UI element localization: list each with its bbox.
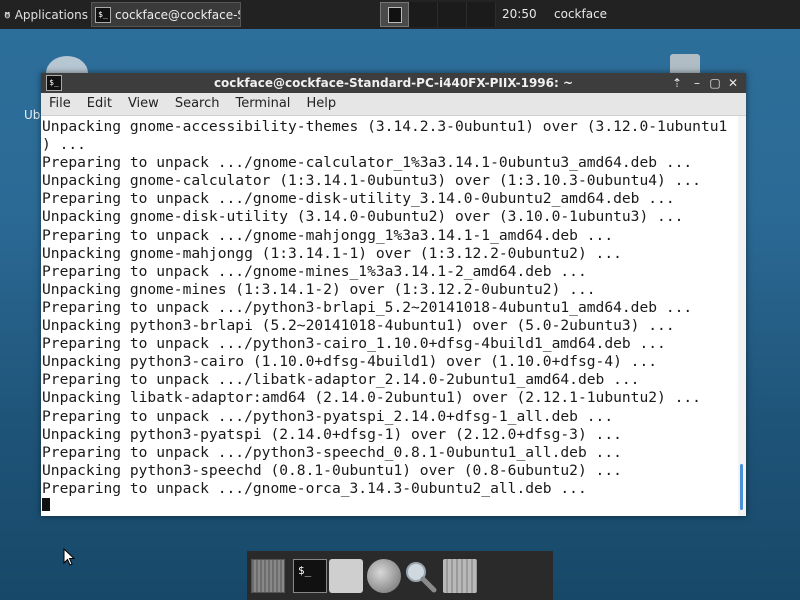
xfce-mouse-logo-icon	[4, 11, 10, 18]
terminal-line: Unpacking gnome-mines (1:3.14.1-2) over …	[42, 280, 596, 298]
roll-up-icon[interactable]: ⇡	[669, 75, 685, 91]
workspace-2[interactable]	[409, 2, 438, 27]
close-icon[interactable]: ✕	[725, 75, 741, 91]
menu-help[interactable]: Help	[298, 93, 344, 115]
window-title-bar[interactable]: $_ cockface@cockface-Standard-PC-i440FX-…	[41, 73, 746, 93]
terminal-lines: Unpacking gnome-accessibility-themes (3.…	[41, 116, 738, 511]
terminal-line: Preparing to unpack .../gnome-calculator…	[42, 154, 693, 172]
terminal-line: Preparing to unpack .../gnome-mines_1%3a…	[42, 262, 587, 280]
terminal-line: ) ...	[42, 136, 86, 154]
terminal-line: Preparing to unpack .../gnome-orca_3.14.…	[42, 479, 587, 497]
desktop-icon-label: Ub an	[24, 108, 40, 122]
taskbar-terminal-label: cockface@cockface-Sta…	[115, 7, 240, 22]
workspace-4[interactable]	[467, 2, 496, 27]
search-icon[interactable]	[403, 559, 437, 593]
applications-label: Applications	[14, 7, 88, 22]
menu-file[interactable]: File	[41, 93, 79, 115]
workspace-window-thumbnail	[387, 6, 402, 23]
vertical-scrollbar[interactable]	[738, 116, 746, 516]
menu-bar: File Edit View Search Terminal Help	[41, 93, 746, 116]
terminal-line: Preparing to unpack .../python3-speechd_…	[42, 443, 622, 461]
taskbar-terminal-button[interactable]: $_ cockface@cockface-Sta…	[91, 2, 241, 27]
terminal-output[interactable]: Unpacking gnome-accessibility-themes (3.…	[41, 116, 738, 511]
terminal-line: Preparing to unpack .../python3-cairo_1.…	[42, 335, 666, 353]
mouse-pointer-icon	[63, 548, 75, 566]
terminal-line: Preparing to unpack .../gnome-mahjongg_1…	[42, 226, 614, 244]
terminal-line: Preparing to unpack .../gnome-disk-utili…	[42, 190, 675, 208]
terminal-line: Unpacking libatk-adaptor:amd64 (2.14.0-2…	[42, 389, 701, 407]
maximize-icon[interactable]: ▢	[707, 75, 723, 91]
show-desktop-icon[interactable]	[251, 559, 285, 593]
terminal-line: Unpacking python3-pyatspi (2.14.0+dfsg-1…	[42, 425, 622, 443]
applications-menu-button[interactable]: Applications	[0, 0, 88, 29]
menu-edit[interactable]: Edit	[79, 93, 120, 115]
workspace-switcher[interactable]	[380, 2, 498, 27]
scrollbar-thumb[interactable]	[740, 464, 743, 510]
dock-panel: $_	[247, 551, 553, 600]
terminal-window: $_ cockface@cockface-Standard-PC-i440FX-…	[41, 73, 746, 516]
terminal-line: Unpacking python3-speechd (0.8.1-0ubuntu…	[42, 461, 622, 479]
terminal-icon: $_	[95, 6, 111, 23]
window-title: cockface@cockface-Standard-PC-i440FX-PII…	[213, 76, 574, 90]
minimize-icon[interactable]: –	[689, 75, 705, 91]
terminal-cursor-line	[42, 497, 738, 511]
terminal-line: Unpacking gnome-calculator (1:3.14.1-0ub…	[42, 172, 701, 190]
file-manager-icon[interactable]	[443, 559, 477, 593]
terminal-line: Unpacking gnome-mahjongg (1:3.14.1-1) ov…	[42, 244, 622, 262]
terminal-line: Unpacking python3-brlapi (5.2~20141018-4…	[42, 317, 675, 335]
menu-terminal[interactable]: Terminal	[227, 93, 298, 115]
terminal-line: Unpacking gnome-accessibility-themes (3.…	[42, 118, 728, 135]
menu-search[interactable]: Search	[167, 93, 228, 115]
home-folder-icon[interactable]	[329, 559, 363, 593]
clock[interactable]: 20:50	[502, 0, 537, 29]
top-panel: Applications $_ cockface@cockface-Sta… 2…	[0, 0, 800, 29]
terminal-line: Unpacking gnome-disk-utility (3.14.0-0ub…	[42, 208, 684, 226]
terminal-launcher-icon[interactable]: $_	[293, 559, 327, 593]
terminal-cursor	[42, 497, 50, 511]
workspace-3[interactable]	[438, 2, 467, 27]
terminal-line: Unpacking python3-cairo (1.10.0+dfsg-4bu…	[42, 353, 658, 371]
web-browser-icon[interactable]	[367, 559, 401, 593]
terminal-line: Preparing to unpack .../python3-pyatspi_…	[42, 407, 614, 425]
workspace-1[interactable]	[380, 2, 409, 27]
user-menu[interactable]: cockface	[554, 0, 607, 29]
terminal-line: Preparing to unpack .../python3-brlapi_5…	[42, 298, 693, 316]
menu-view[interactable]: View	[120, 93, 167, 115]
terminal-line: Preparing to unpack .../libatk-adaptor_2…	[42, 371, 640, 389]
